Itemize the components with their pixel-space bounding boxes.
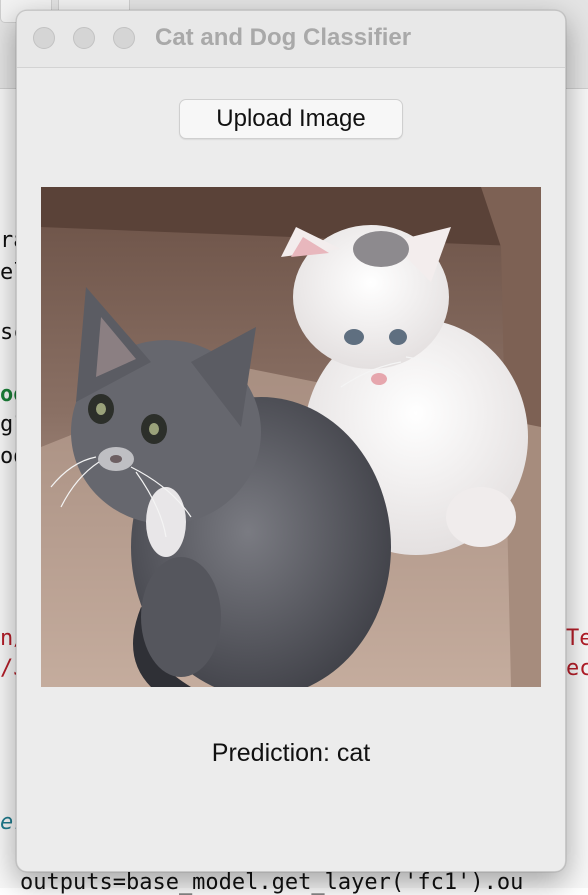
- window-title: Cat and Dog Classifier: [155, 24, 412, 51]
- prediction-label: Prediction:: [211, 739, 330, 767]
- code-line: outputs=base_model.get_layer('fc1').ou: [20, 870, 524, 895]
- title-bar[interactable]: Cat and Dog Classifier: [17, 11, 565, 68]
- zoom-button[interactable]: [113, 27, 135, 49]
- minimize-button[interactable]: [73, 27, 95, 49]
- code-line: Te: [566, 626, 588, 651]
- cat-photo-icon: [41, 187, 541, 687]
- uploaded-image: [41, 187, 541, 687]
- prediction-value: cat: [336, 739, 371, 767]
- code-line: ec: [566, 656, 588, 681]
- upload-image-button[interactable]: Upload Image: [179, 99, 403, 139]
- prediction-text: Prediction: cat: [17, 739, 565, 768]
- close-button[interactable]: [33, 27, 55, 49]
- classifier-window: Cat and Dog Classifier Upload Image Pred…: [16, 10, 566, 872]
